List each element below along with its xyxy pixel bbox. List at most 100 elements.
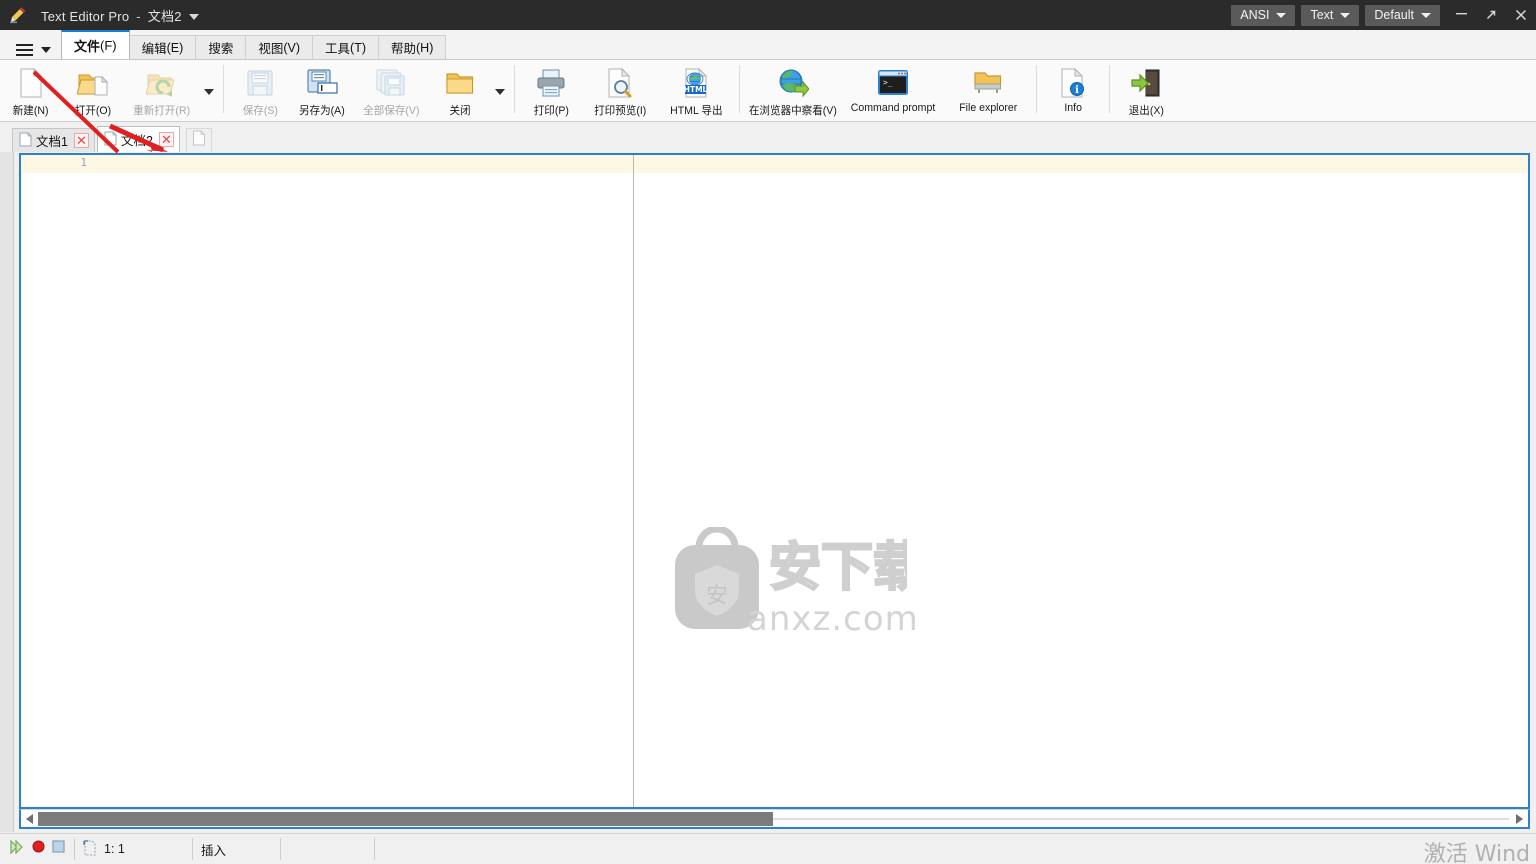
- file-explorer-icon: [972, 66, 1004, 100]
- view-in-browser-button[interactable]: 在浏览器中察看(V): [745, 62, 841, 118]
- chevron-down-icon[interactable]: [188, 14, 199, 21]
- menu-tab-key: (E): [166, 40, 184, 55]
- save-all-icon: [375, 66, 407, 100]
- caret-position-icon: [83, 839, 97, 859]
- chevron-down-icon: [1421, 12, 1431, 18]
- watermark-site-label: anxz.com: [747, 599, 919, 639]
- ribbon-separator: [1036, 65, 1037, 113]
- menu-tab-edit[interactable]: 编辑 (E): [128, 35, 197, 59]
- print-preview-button[interactable]: 打印预览(I): [582, 62, 658, 118]
- ribbon-group-info: i Info: [1042, 62, 1104, 120]
- horizontal-scrollbar[interactable]: [19, 809, 1530, 829]
- new-document-tab-button[interactable]: [185, 128, 212, 152]
- status-cell-5: [375, 838, 475, 860]
- open-folder-icon: [77, 66, 109, 100]
- close-document-button-label: 关闭: [449, 105, 471, 117]
- scrollbar-track[interactable]: [38, 811, 1511, 826]
- reopen-folder-icon: [146, 66, 178, 100]
- status-bar: 1: 1 插入: [0, 833, 1536, 864]
- reopen-button[interactable]: 重新打开(R): [124, 62, 200, 118]
- hamburger-icon: [16, 43, 33, 56]
- record-macro-icon[interactable]: [32, 840, 45, 858]
- html-export-icon: HTML: [681, 66, 711, 100]
- menu-tab-search[interactable]: 搜索: [195, 35, 247, 59]
- scrollbar-thumb[interactable]: [38, 811, 773, 826]
- line-number-1: 1: [80, 156, 87, 169]
- save-as-icon: [306, 66, 338, 100]
- text-editor[interactable]: 1 安 安下载 anxz.com: [19, 153, 1530, 809]
- close-document-button[interactable]: 关闭: [429, 62, 491, 118]
- document-icon: [104, 130, 117, 149]
- macro-controls: [0, 838, 75, 860]
- document-tab-1[interactable]: 文档1 ✕: [12, 128, 95, 152]
- chevron-down-icon: [495, 89, 505, 95]
- save-button[interactable]: 保存(S): [229, 62, 291, 118]
- title-separator: -: [136, 8, 141, 24]
- close-tab-1-icon[interactable]: ✕: [73, 133, 89, 148]
- menu-tab-label: 文件: [74, 39, 101, 54]
- menu-tab-view[interactable]: 视图 (V): [245, 35, 314, 59]
- menu-tab-key: (F): [100, 38, 117, 53]
- ribbon-group-file: 新建(N) 打开(O) 重新打开(R): [0, 62, 218, 120]
- view-in-browser-button-label: 在浏览器中察看(V): [748, 105, 837, 117]
- site-watermark: 安 安下载 anxz.com: [661, 525, 927, 639]
- menu-tab-help[interactable]: 帮助 (H): [378, 35, 447, 59]
- stop-macro-icon[interactable]: [52, 840, 65, 858]
- close-button[interactable]: [1506, 0, 1536, 30]
- save-disk-icon: [245, 66, 275, 100]
- menu-tab-file[interactable]: 文件 (F): [61, 30, 130, 59]
- ribbon-group-external: 在浏览器中察看(V) >_ Command prompt File explor…: [745, 62, 1031, 120]
- save-as-button-label: 另存为(A): [299, 105, 345, 117]
- reopen-dropdown-button[interactable]: [200, 62, 218, 118]
- profile-selector[interactable]: Default: [1365, 4, 1440, 26]
- app-window: Text Editor Pro-文档2 ANSI Text Default: [0, 0, 1536, 864]
- play-macro-icon[interactable]: [9, 839, 25, 859]
- html-export-button-label: HTML 导出: [669, 105, 723, 117]
- minimize-button[interactable]: [1446, 0, 1476, 30]
- encoding-label: ANSI: [1240, 8, 1270, 22]
- svg-text:i: i: [1075, 85, 1079, 96]
- close-dropdown-button[interactable]: [491, 62, 509, 118]
- file-explorer-button[interactable]: File explorer: [945, 62, 1031, 118]
- print-preview-button-label: 打印预览(I): [593, 105, 647, 117]
- menu-tab-key: (H): [416, 40, 434, 55]
- svg-text:>_: >_: [883, 78, 893, 87]
- restore-button[interactable]: [1476, 0, 1506, 30]
- save-all-button[interactable]: 全部保存(V): [353, 62, 429, 118]
- insert-mode-cell[interactable]: 插入: [193, 838, 281, 860]
- triangle-left-icon: [26, 813, 33, 824]
- save-as-button[interactable]: 另存为(A): [291, 62, 353, 118]
- info-button[interactable]: i Info: [1042, 62, 1104, 118]
- ribbon-separator: [514, 65, 515, 113]
- ribbon-separator: [1109, 65, 1110, 113]
- exit-button-label: 退出(X): [1128, 105, 1164, 117]
- scroll-left-button[interactable]: [21, 811, 38, 827]
- syntax-selector[interactable]: Text: [1301, 4, 1360, 26]
- windows-activation-watermark: 激活 Wind: [1423, 842, 1530, 864]
- open-button[interactable]: 打开(O): [62, 62, 124, 118]
- document-icon: [19, 131, 32, 150]
- title-bar-right: ANSI Text Default: [1231, 0, 1536, 30]
- window-title: Text Editor Pro - 文档2: [41, 6, 199, 25]
- file-explorer-button-label: File explorer: [958, 102, 1018, 114]
- chevron-down-icon: [204, 89, 214, 95]
- console-icon: >_: [877, 66, 909, 100]
- command-prompt-button[interactable]: >_ Command prompt: [841, 62, 945, 118]
- pencil-icon: [9, 6, 27, 24]
- scrollbar-rail: [773, 817, 1509, 820]
- editor-area: 1 安 安下载 anxz.com: [14, 152, 1536, 832]
- main-menu-button[interactable]: [16, 43, 51, 56]
- close-tab-2-icon[interactable]: ✕: [158, 132, 174, 147]
- scroll-right-button[interactable]: [1511, 811, 1528, 827]
- html-export-button[interactable]: HTML HTML 导出: [658, 62, 734, 118]
- encoding-selector[interactable]: ANSI: [1231, 4, 1296, 26]
- document-tab-2[interactable]: 文档2 ✕: [96, 126, 180, 152]
- triangle-right-icon: [1516, 813, 1523, 824]
- new-document-tab-icon: [192, 130, 206, 151]
- exit-button[interactable]: 退出(X): [1115, 62, 1177, 118]
- new-button[interactable]: 新建(N): [0, 62, 62, 118]
- menu-tab-tools[interactable]: 工具 (T): [312, 35, 379, 59]
- profile-label: Default: [1374, 8, 1414, 22]
- globe-browser-icon: [777, 66, 809, 100]
- print-button[interactable]: 打印(P): [520, 62, 582, 118]
